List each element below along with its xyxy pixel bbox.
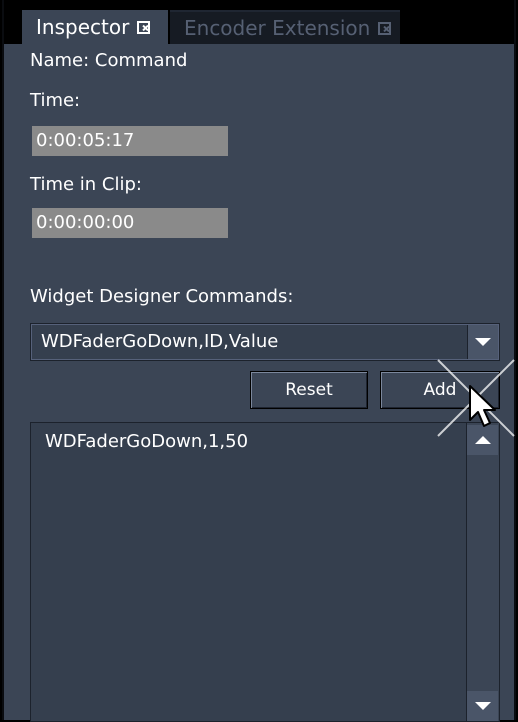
time-in-clip-field[interactable]: 0:00:00:00 (32, 208, 228, 238)
name-label: Name: Command (30, 50, 188, 71)
close-icon[interactable] (378, 21, 392, 35)
close-icon[interactable] (137, 20, 151, 34)
chevron-down-icon (475, 338, 491, 346)
scrollbar[interactable] (466, 423, 499, 721)
arrow-down-icon (474, 702, 491, 710)
tab-inspector[interactable]: Inspector (22, 10, 168, 44)
widget-designer-commands-label: Widget Designer Commands: (30, 286, 294, 307)
command-select-value: WDFaderGoDown,ID,Value (41, 331, 279, 352)
dropdown-button[interactable] (467, 325, 498, 359)
tab-encoder-extension-label: Encoder Extension (184, 16, 371, 40)
command-select[interactable]: WDFaderGoDown,ID,Value (30, 323, 500, 361)
reset-button[interactable]: Reset (250, 371, 368, 409)
scroll-down-button[interactable] (467, 691, 498, 721)
tab-inspector-label: Inspector (36, 15, 130, 39)
tab-strip: Inspector Encoder Extension (4, 0, 514, 44)
inspector-panel: Inspector Encoder Extension Name: Comman… (2, 0, 516, 722)
time-label: Time: (30, 90, 81, 111)
mouse-cursor-icon (469, 385, 496, 427)
list-item[interactable]: WDFaderGoDown,1,50 (45, 431, 248, 452)
tab-encoder-extension[interactable]: Encoder Extension (170, 10, 400, 44)
time-field[interactable]: 0:00:05:17 (32, 126, 228, 156)
time-in-clip-label: Time in Clip: (30, 174, 142, 195)
arrow-up-icon (474, 436, 491, 444)
command-list[interactable]: WDFaderGoDown,1,50 (30, 422, 500, 722)
